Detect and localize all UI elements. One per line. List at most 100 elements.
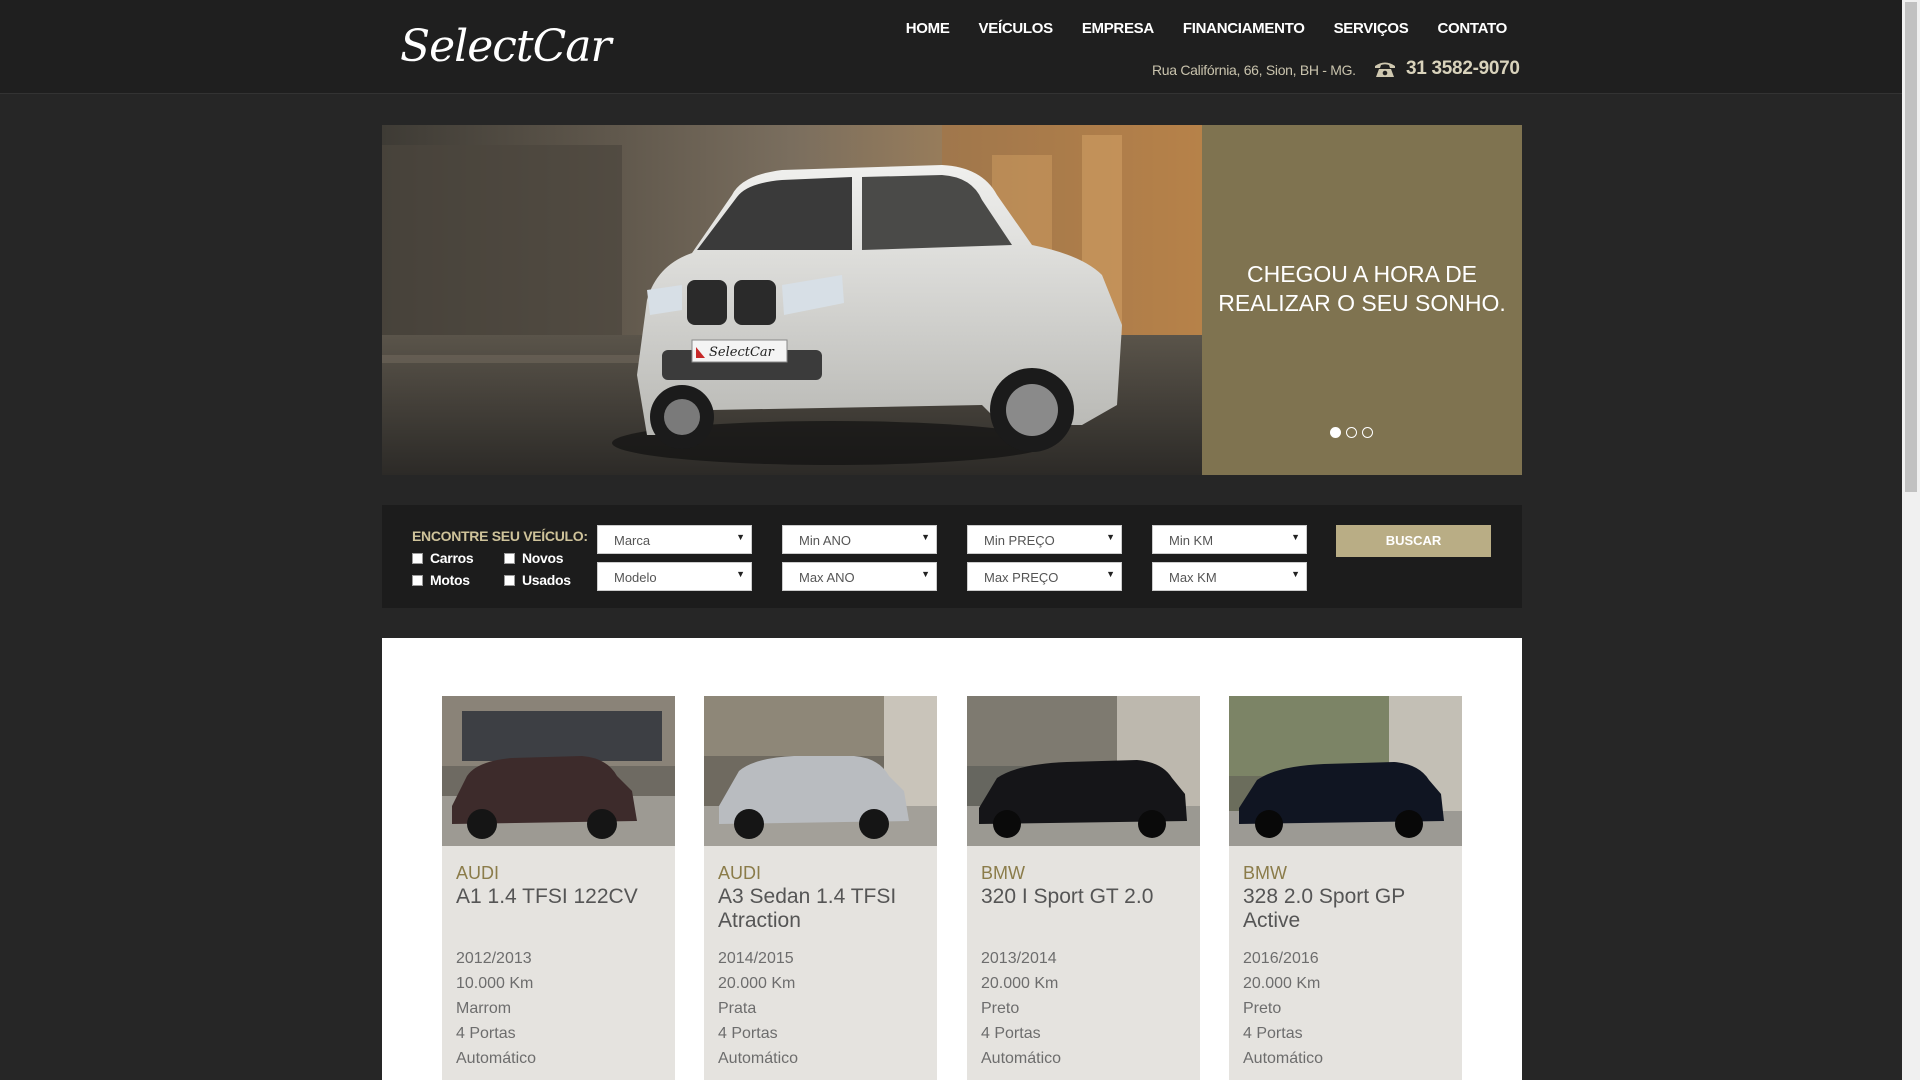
search-title: ENCONTRE SEU VEÍCULO: [412,528,588,544]
dropdown-arrow-icon: ▼ [736,532,745,542]
select-value: Modelo [614,570,657,585]
checkbox-usados[interactable]: Usados [504,572,571,588]
nav-empresa[interactable]: EMPRESA [1082,20,1154,37]
vehicle-photo [1229,696,1462,846]
dropdown-arrow-icon: ▼ [921,569,930,579]
checkbox-box[interactable] [412,552,423,564]
vehicle-color: Preto [981,1000,1020,1017]
checkbox-box[interactable] [412,574,423,586]
vehicle-year: 2014/2015 [718,950,794,967]
vehicle-km: 20.000 Km [981,975,1059,992]
checkbox-box[interactable] [504,574,515,586]
vehicle-color: Marrom [456,1000,512,1017]
vehicle-model: 328 2.0 Sport GP Active [1243,885,1405,932]
vehicle-brand: BMW [1243,863,1287,883]
vehicle-card[interactable]: BMW 328 2.0 Sport GP Active 2016/2016 20… [1229,696,1462,1080]
vehicle-brand: AUDI [456,863,500,883]
hero-headline: CHEGOU A HORA DE REALIZAR O SEU SONHO. [1218,261,1506,316]
slide-dot-2[interactable] [1346,427,1357,438]
vehicle-doors: 4 Portas [1243,1025,1303,1042]
vehicle-color: Prata [718,1000,757,1017]
vehicle-listing: AUDI A1 1.4 TFSI 122CV 2012/2013 10.000 … [382,638,1522,1080]
select-modelo[interactable]: Modelo ▼ [597,562,752,591]
vehicle-card[interactable]: BMW 320 I Sport GT 2.0 2013/2014 20.000 … [967,696,1200,1080]
dropdown-arrow-icon: ▼ [1291,532,1300,542]
dropdown-arrow-icon: ▼ [1106,569,1115,579]
checkbox-label: Carros [430,550,474,566]
slide-dot-1[interactable] [1330,427,1341,438]
nav-veiculos[interactable]: VEÍCULOS [979,20,1054,37]
select-value: Min ANO [799,533,852,548]
logo[interactable]: SelectCar [398,21,612,72]
vehicle-year: 2016/2016 [1243,950,1319,967]
vehicle-transmission: Automático [1243,1050,1324,1067]
hero-slider: SelectCar CHEGOU A HORA DE REALIZAR O SE… [382,125,1522,475]
scrollbar-thumb[interactable] [1905,2,1917,492]
nav-servicos[interactable]: SERVIÇOS [1334,20,1409,37]
vehicle-transmission: Automático [981,1050,1062,1067]
select-max-preco[interactable]: Max PREÇO ▼ [967,562,1122,591]
main-nav: HOME VEÍCULOS EMPRESA FINANCIAMENTO SERV… [906,20,1508,37]
dropdown-arrow-icon: ▼ [736,569,745,579]
checkbox-motos[interactable]: Motos [412,572,470,588]
checkbox-label: Motos [430,572,470,588]
vehicle-photo [967,696,1200,846]
select-max-ano[interactable]: Max ANO ▼ [782,562,937,591]
vehicle-color: Preto [1243,1000,1282,1017]
select-value: Max ANO [799,570,855,585]
checkbox-label: Novos [522,550,564,566]
select-value: Max KM [1169,570,1217,585]
slider-dots [1330,427,1373,438]
store-address: Rua Califórnia, 66, Sion, BH - MG. [1152,62,1356,78]
checkbox-label: Usados [522,572,571,588]
vehicle-doors: 4 Portas [718,1025,778,1042]
dropdown-arrow-icon: ▼ [1291,569,1300,579]
vehicle-transmission: Automático [718,1050,799,1067]
hero-panel: CHEGOU A HORA DE REALIZAR O SEU SONHO. [1202,125,1522,475]
vehicle-km: 10.000 Km [456,975,534,992]
select-min-preco[interactable]: Min PREÇO ▼ [967,525,1122,554]
nav-home[interactable]: HOME [906,20,950,37]
slide-dot-3[interactable] [1362,427,1373,438]
select-value: Max PREÇO [984,570,1059,585]
vehicle-km: 20.000 Km [718,975,796,992]
plate-text: SelectCar [709,345,775,360]
hero-car-image: SelectCar [382,125,1202,475]
vehicle-brand: AUDI [718,863,762,883]
vehicle-year: 2013/2014 [981,950,1057,967]
select-min-ano[interactable]: Min ANO ▼ [782,525,937,554]
vehicle-photo [704,696,937,846]
nav-contato[interactable]: CONTATO [1437,20,1507,37]
vehicle-photo [442,696,675,846]
search-button[interactable]: BUSCAR [1336,525,1491,557]
vehicle-brand: BMW [981,863,1025,883]
select-min-km[interactable]: Min KM ▼ [1152,525,1307,554]
select-marca[interactable]: Marca ▼ [597,525,752,554]
logo-text: SelectCar [400,21,612,72]
dropdown-arrow-icon: ▼ [921,532,930,542]
vehicle-search: ENCONTRE SEU VEÍCULO: Carros Novos Motos… [382,505,1522,608]
vehicle-transmission: Automático [456,1050,537,1067]
vehicle-model: A3 Sedan 1.4 TFSI Atraction [718,885,897,932]
select-value: Min KM [1169,533,1214,548]
nav-financiamento[interactable]: FINANCIAMENTO [1183,20,1305,37]
dropdown-arrow-icon: ▼ [1106,532,1115,542]
checkbox-box[interactable] [504,552,515,564]
phone-contact[interactable]: 31 3582-9070 [1374,58,1520,80]
site-header: SelectCar HOME VEÍCULOS EMPRESA FINANCIA… [0,0,1902,94]
select-value: Marca [614,533,651,548]
vehicle-year: 2012/2013 [456,950,532,967]
phone-number: 31 3582-9070 [1406,58,1520,79]
vehicle-doors: 4 Portas [456,1025,516,1042]
vehicle-km: 20.000 Km [1243,975,1321,992]
vehicle-card[interactable]: AUDI A1 1.4 TFSI 122CV 2012/2013 10.000 … [442,696,675,1080]
checkbox-novos[interactable]: Novos [504,550,564,566]
select-max-km[interactable]: Max KM ▼ [1152,562,1307,591]
select-value: Min PREÇO [984,533,1055,548]
page-scrollbar[interactable] [1902,0,1920,1080]
vehicle-card[interactable]: AUDI A3 Sedan 1.4 TFSI Atraction 2014/20… [704,696,937,1080]
vehicle-model: 320 I Sport GT 2.0 [981,885,1154,908]
phone-icon [1375,62,1395,77]
checkbox-carros[interactable]: Carros [412,550,474,566]
vehicle-model: A1 1.4 TFSI 122CV [456,885,638,908]
